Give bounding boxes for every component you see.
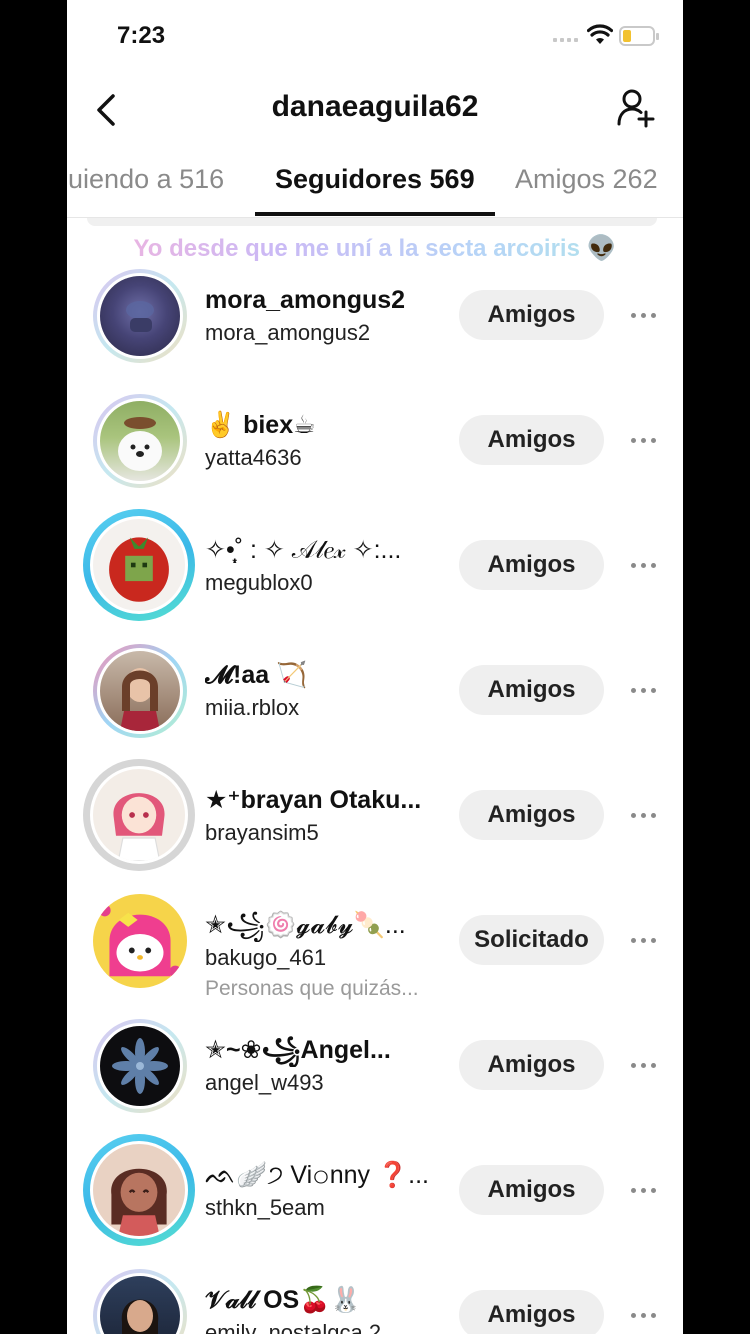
phone-screen: 7:23 danaeaguila62 guiendo a 516 Seguido… <box>67 0 683 1334</box>
username: emily_nostalgca.2 <box>205 1320 382 1334</box>
avatar[interactable] <box>83 509 195 621</box>
username: megublox0 <box>205 570 313 595</box>
username: yatta4636 <box>205 445 302 470</box>
display-name: 𝓜!aa 🏹 <box>205 661 308 689</box>
avatar[interactable] <box>93 269 187 363</box>
avatar[interactable] <box>93 394 187 488</box>
friends-button[interactable]: Amigos <box>459 1040 604 1090</box>
banner-divider <box>87 218 657 226</box>
more-options-icon[interactable] <box>627 551 659 579</box>
active-tab-indicator <box>255 212 495 216</box>
display-name: 𝒱𝒶𝓁𝓁 OS🍒🐰 <box>205 1286 362 1314</box>
friends-button[interactable]: Amigos <box>459 665 604 715</box>
more-options-icon[interactable] <box>627 1301 659 1329</box>
username: miia.rblox <box>205 695 300 720</box>
list-item[interactable]: ✌️ biex☕ yatta4636 Amigos <box>67 380 683 505</box>
tab-bar: guiendo a 516 Seguidores 569 Amigos 262 <box>67 150 683 218</box>
more-options-icon[interactable] <box>627 1051 659 1079</box>
requested-button[interactable]: Solicitado <box>459 915 604 965</box>
display-name: ᨒ🪽੭ Vi𝚘nny ❓... <box>205 1161 429 1189</box>
avatar[interactable] <box>93 1019 187 1113</box>
suggestion-subtitle: Personas que quizás... <box>205 977 419 1000</box>
username: bakugo_461 <box>205 945 327 970</box>
avatar[interactable] <box>83 1134 195 1246</box>
tab-friends[interactable]: Amigos 262 <box>515 164 658 195</box>
friends-button[interactable]: Amigos <box>459 790 604 840</box>
username: mora_amongus2 <box>205 320 371 345</box>
friends-button[interactable]: Amigos <box>459 1290 604 1334</box>
list-item[interactable]: ★⁺brayan Otaku... brayansim5 Amigos <box>67 755 683 880</box>
list-item[interactable]: ✧•̩̩͙˚ : ✧ 𝒜𝓁𝑒𝓍 ✧:... megublox0 Amigos <box>67 505 683 630</box>
display-name: ✧•̩̩͙˚ : ✧ 𝒜𝓁𝑒𝓍 ✧:... <box>205 536 402 564</box>
more-options-icon[interactable] <box>627 426 659 454</box>
list-item[interactable]: mora_amongus2 mora_amongus2 Amigos <box>67 255 683 380</box>
list-item[interactable]: ᨒ🪽੭ Vi𝚘nny ❓... sthkn_5eam Amigos <box>67 1130 683 1255</box>
followers-list: mora_amongus2 mora_amongus2 Amigos ✌️ bi… <box>67 255 683 1334</box>
display-name: mora_amongus2 <box>205 286 406 314</box>
header: danaeaguila62 <box>67 78 683 142</box>
tab-followers[interactable]: Seguidores 569 <box>275 164 475 195</box>
status-bar: 7:23 <box>67 0 683 72</box>
add-user-icon <box>617 89 655 128</box>
tab-following[interactable]: guiendo a 516 <box>67 164 224 195</box>
avatar[interactable] <box>83 759 195 871</box>
display-name: ✭~❀꧁Angel... <box>205 1036 391 1064</box>
friends-button[interactable]: Amigos <box>459 540 604 590</box>
more-options-icon[interactable] <box>627 301 659 329</box>
avatar[interactable] <box>93 644 187 738</box>
display-name: ★⁺brayan Otaku... <box>205 786 422 814</box>
list-item[interactable]: ✭꧁🍥𝓰𝓪𝓫𝔂🍡... bakugo_461 Personas que quiz… <box>67 880 683 1005</box>
more-options-icon[interactable] <box>627 1176 659 1204</box>
battery-icon <box>619 26 659 46</box>
username: brayansim5 <box>205 820 319 845</box>
friends-button[interactable]: Amigos <box>459 1165 604 1215</box>
status-time: 7:23 <box>117 22 166 49</box>
list-item[interactable]: ✭~❀꧁Angel... angel_w493 Amigos <box>67 1005 683 1130</box>
wifi-icon <box>587 24 613 44</box>
more-options-icon[interactable] <box>627 801 659 829</box>
username: angel_w493 <box>205 1070 324 1095</box>
avatar[interactable] <box>93 894 187 988</box>
friends-button[interactable]: Amigos <box>459 415 604 465</box>
display-name: ✌️ biex☕ <box>205 411 316 439</box>
page-title: danaeaguila62 <box>271 90 479 123</box>
list-item[interactable]: 𝒱𝒶𝓁𝓁 OS🍒🐰 emily_nostalgca.2 Amigos <box>67 1255 683 1334</box>
more-options-icon[interactable] <box>627 926 659 954</box>
friends-button[interactable]: Amigos <box>459 290 604 340</box>
list-item[interactable]: 𝓜!aa 🏹 miia.rblox Amigos <box>67 630 683 755</box>
display-name: ✭꧁🍥𝓰𝓪𝓫𝔂🍡... <box>205 911 406 939</box>
cellular-signal-icon <box>553 38 578 42</box>
add-user-button[interactable] <box>615 86 659 130</box>
more-options-icon[interactable] <box>627 676 659 704</box>
username: sthkn_5eam <box>205 1195 325 1220</box>
avatar[interactable] <box>93 1269 187 1334</box>
